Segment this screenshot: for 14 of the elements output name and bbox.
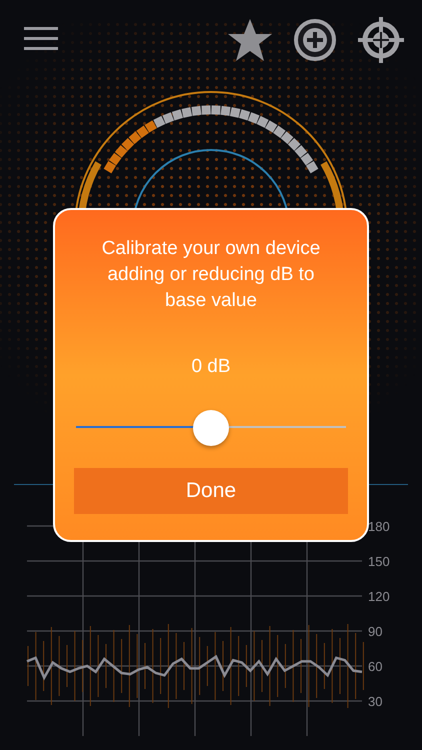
axis-label: 180 [368, 519, 390, 534]
dialog-message: Calibrate your own device adding or reducing dB to base value [100, 237, 322, 313]
menu-icon[interactable] [24, 27, 58, 51]
slider-thumb[interactable] [193, 410, 229, 446]
axis-label: 90 [368, 624, 382, 639]
add-icon[interactable] [292, 17, 338, 63]
done-button[interactable]: Done [74, 468, 348, 514]
star-icon[interactable] [226, 17, 274, 63]
offset-value: 0 dB [191, 356, 231, 378]
axis-label: 30 [368, 694, 382, 709]
crosshair-icon[interactable] [356, 15, 406, 65]
axis-label: 60 [368, 659, 382, 674]
axis-label: 150 [368, 554, 390, 569]
axis-label: 120 [368, 589, 390, 604]
